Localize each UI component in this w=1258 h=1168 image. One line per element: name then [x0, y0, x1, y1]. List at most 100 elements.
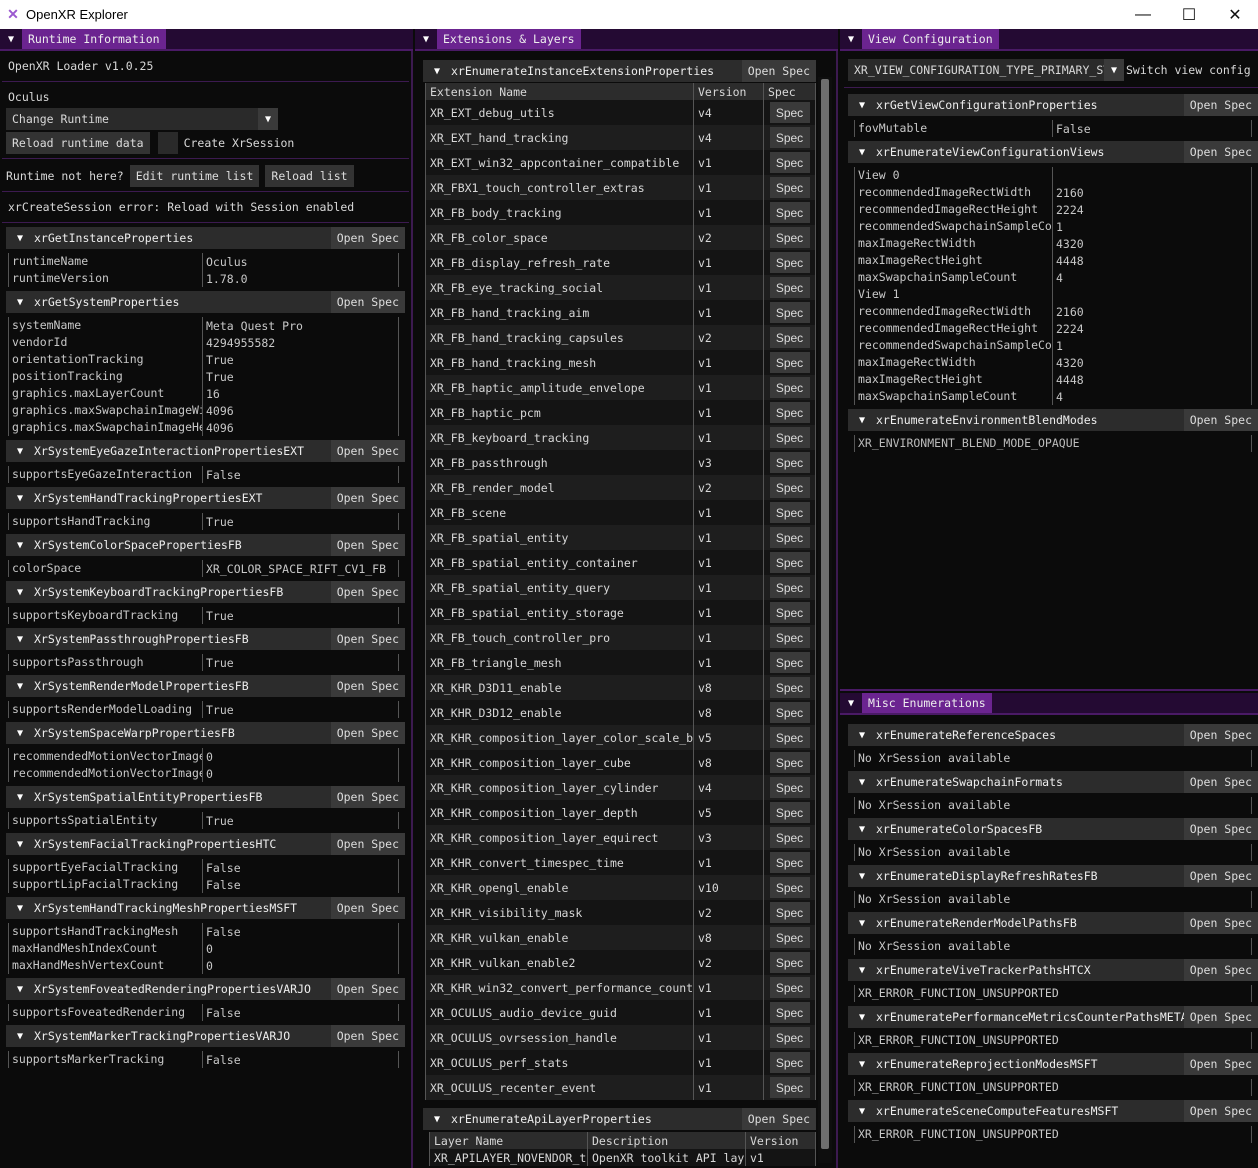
section-header[interactable]: ▼ xrEnumerateRenderModelPathsFB Open Spec — [848, 912, 1258, 934]
open-spec-button[interactable]: Open Spec — [330, 675, 405, 697]
tab-misc-enumerations[interactable]: Misc Enumerations — [862, 693, 992, 713]
spec-button[interactable]: Spec — [769, 702, 810, 723]
spec-button[interactable]: Spec — [769, 352, 810, 373]
open-spec-button[interactable]: Open Spec — [330, 833, 405, 855]
api-layers-header[interactable]: ▼ xrEnumerateApiLayerProperties Open Spe… — [423, 1108, 816, 1130]
section-header[interactable]: ▼ xrEnumerateSceneComputeFeaturesMSFT Open… — [848, 1100, 1258, 1122]
spec-button[interactable]: Spec — [769, 827, 810, 848]
section-header[interactable]: ▼ XrSystemPassthroughPropertiesFB Open Spe… — [6, 628, 405, 650]
open-spec-button[interactable]: Open Spec — [330, 786, 405, 808]
spec-button[interactable]: Spec — [769, 852, 810, 873]
spec-button[interactable]: Spec — [769, 377, 810, 398]
open-spec-button[interactable]: Open Spec — [330, 897, 405, 919]
section-header[interactable]: ▼ xrEnumerateReprojectionModesMSFT Open Sp… — [848, 1053, 1258, 1075]
spec-button[interactable]: Spec — [769, 227, 810, 248]
open-spec-button[interactable]: Open Spec — [1183, 724, 1258, 746]
spec-button[interactable]: Spec — [769, 277, 810, 298]
spec-button[interactable]: Spec — [769, 127, 810, 148]
spec-button[interactable]: Spec — [769, 577, 810, 598]
spec-button[interactable]: Spec — [769, 877, 810, 898]
open-spec-button[interactable]: Open Spec — [741, 60, 816, 82]
edit-runtime-list-button[interactable]: Edit runtime list — [129, 165, 260, 187]
open-spec-button[interactable]: Open Spec — [330, 581, 405, 603]
section-header[interactable]: ▼ xrEnumerateDisplayRefreshRatesFB Open Sp… — [848, 865, 1258, 887]
spec-button[interactable]: Spec — [769, 752, 810, 773]
view-config-views-header[interactable]: ▼ xrEnumerateViewConfigurationViews Open… — [848, 141, 1258, 163]
collapse-panel-icon[interactable]: ▼ — [840, 693, 862, 713]
open-spec-button[interactable]: Open Spec — [1183, 771, 1258, 793]
spec-button[interactable]: Spec — [769, 402, 810, 423]
environment-blend-modes-header[interactable]: ▼ xrEnumerateEnvironmentBlendModes Open … — [848, 409, 1258, 431]
open-spec-button[interactable]: Open Spec — [330, 440, 405, 462]
instance-extensions-header[interactable]: ▼ xrEnumerateInstanceExtensionProperties… — [423, 60, 816, 82]
open-spec-button[interactable]: Open Spec — [330, 978, 405, 1000]
section-header[interactable]: ▼ XrSystemColorSpacePropertiesFB Open Spec — [6, 534, 405, 556]
view-config-properties-header[interactable]: ▼ xrGetViewConfigurationProperties Open … — [848, 94, 1258, 116]
open-spec-button[interactable]: Open Spec — [1183, 1006, 1258, 1028]
section-header[interactable]: ▼ xrEnumerateViveTrackerPathsHTCX Open Spe… — [848, 959, 1258, 981]
section-header[interactable]: ▼ xrEnumerateSwapchainFormats Open Spec — [848, 771, 1258, 793]
section-header[interactable]: ▼ xrGetInstanceProperties Open Spec — [6, 227, 405, 249]
tab-view-configuration[interactable]: View Configuration — [862, 29, 999, 49]
spec-button[interactable]: Spec — [769, 652, 810, 673]
open-spec-button[interactable]: Open Spec — [1183, 94, 1258, 116]
open-spec-button[interactable]: Open Spec — [1183, 141, 1258, 163]
section-header[interactable]: ▼ XrSystemEyeGazeInteractionPropertiesEXT… — [6, 440, 405, 462]
spec-button[interactable]: Spec — [769, 152, 810, 173]
spec-button[interactable]: Spec — [769, 1052, 810, 1073]
section-header[interactable]: ▼ XrSystemFacialTrackingPropertiesHTC Open… — [6, 833, 405, 855]
section-header[interactable]: ▼ xrEnumerateReferenceSpaces Open Spec — [848, 724, 1258, 746]
spec-button[interactable]: Spec — [769, 802, 810, 823]
open-spec-button[interactable]: Open Spec — [330, 534, 405, 556]
spec-button[interactable]: Spec — [769, 527, 810, 548]
spec-button[interactable]: Spec — [769, 427, 810, 448]
spec-button[interactable]: Spec — [769, 327, 810, 348]
section-header[interactable]: ▼ XrSystemRenderModelPropertiesFB Open Spe… — [6, 675, 405, 697]
change-runtime-dropdown[interactable]: Change Runtime ▼ — [6, 108, 278, 130]
open-spec-button[interactable]: Open Spec — [330, 291, 405, 313]
spec-button[interactable]: Spec — [769, 927, 810, 948]
collapse-panel-icon[interactable]: ▼ — [840, 29, 862, 49]
spec-button[interactable]: Spec — [769, 1027, 810, 1048]
section-header[interactable]: ▼ xrEnumeratePerformanceMetricsCounterPat… — [848, 1006, 1258, 1028]
section-header[interactable]: ▼ xrGetSystemProperties Open Spec — [6, 291, 405, 313]
open-spec-button[interactable]: Open Spec — [1183, 959, 1258, 981]
collapse-panel-icon[interactable]: ▼ — [415, 29, 437, 49]
spec-button[interactable]: Spec — [769, 552, 810, 573]
spec-button[interactable]: Spec — [769, 777, 810, 798]
section-header[interactable]: ▼ XrSystemKeyboardTrackingPropertiesFB Ope… — [6, 581, 405, 603]
spec-button[interactable]: Spec — [769, 477, 810, 498]
spec-button[interactable]: Spec — [769, 452, 810, 473]
open-spec-button[interactable]: Open Spec — [330, 227, 405, 249]
open-spec-button[interactable]: Open Spec — [1183, 1053, 1258, 1075]
extensions-scrollbar[interactable] — [818, 77, 832, 1163]
section-header[interactable]: ▼ xrEnumerateColorSpacesFB Open Spec — [848, 818, 1258, 840]
open-spec-button[interactable]: Open Spec — [741, 1108, 816, 1130]
spec-button[interactable]: Spec — [769, 1002, 810, 1023]
spec-button[interactable]: Spec — [769, 102, 810, 123]
collapse-panel-icon[interactable]: ▼ — [0, 29, 22, 49]
section-header[interactable]: ▼ XrSystemSpatialEntityPropertiesFB Open S… — [6, 786, 405, 808]
spec-button[interactable]: Spec — [769, 252, 810, 273]
close-button[interactable]: ✕ — [1212, 0, 1258, 29]
section-header[interactable]: ▼ XrSystemHandTrackingMeshPropertiesMSFT O… — [6, 897, 405, 919]
open-spec-button[interactable]: Open Spec — [330, 487, 405, 509]
open-spec-button[interactable]: Open Spec — [1183, 912, 1258, 934]
spec-button[interactable]: Spec — [769, 627, 810, 648]
spec-button[interactable]: Spec — [769, 977, 810, 998]
section-header[interactable]: ▼ XrSystemSpaceWarpPropertiesFB Open Spec — [6, 722, 405, 744]
spec-button[interactable]: Spec — [769, 1077, 810, 1098]
tab-runtime-information[interactable]: Runtime Information — [22, 29, 166, 49]
view-config-dropdown[interactable]: XR_VIEW_CONFIGURATION_TYPE_PRIMARY_STERE… — [848, 59, 1124, 81]
open-spec-button[interactable]: Open Spec — [1183, 1100, 1258, 1122]
open-spec-button[interactable]: Open Spec — [330, 1025, 405, 1047]
reload-list-button[interactable]: Reload list — [265, 165, 354, 187]
open-spec-button[interactable]: Open Spec — [1183, 818, 1258, 840]
spec-button[interactable]: Spec — [769, 902, 810, 923]
spec-button[interactable]: Spec — [769, 302, 810, 323]
section-header[interactable]: ▼ XrSystemHandTrackingPropertiesEXT Open S… — [6, 487, 405, 509]
minimize-button[interactable]: — — [1120, 0, 1166, 29]
tab-extensions-layers[interactable]: Extensions & Layers — [437, 29, 581, 49]
open-spec-button[interactable]: Open Spec — [1183, 409, 1258, 431]
open-spec-button[interactable]: Open Spec — [1183, 865, 1258, 887]
